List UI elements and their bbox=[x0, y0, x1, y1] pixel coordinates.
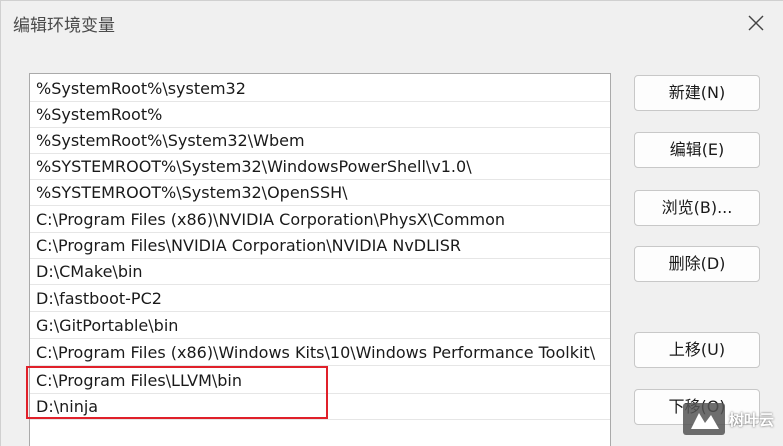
watermark-text: 树叶云 bbox=[729, 411, 775, 429]
list-item[interactable]: C:\Program Files\NVIDIA Corporation\NVID… bbox=[30, 233, 610, 259]
list-item[interactable]: %SYSTEMROOT%\System32\OpenSSH\ bbox=[30, 180, 610, 206]
list-item[interactable]: %SystemRoot%\System32\Wbem bbox=[30, 128, 610, 154]
move-up-button[interactable]: 上移(U) bbox=[634, 332, 760, 368]
list-item[interactable]: %SystemRoot% bbox=[30, 102, 610, 128]
browse-button[interactable]: 浏览(B)... bbox=[634, 190, 760, 226]
list-item[interactable]: G:\GitPortable\bin bbox=[30, 313, 610, 339]
close-button[interactable] bbox=[746, 13, 766, 33]
list-item[interactable]: C:\Program Files (x86)\Windows Kits\10\W… bbox=[30, 340, 610, 366]
new-button[interactable]: 新建(N) bbox=[634, 75, 760, 111]
list-item[interactable]: C:\Program Files (x86)\NVIDIA Corporatio… bbox=[30, 207, 610, 233]
list-item[interactable]: %SystemRoot%\system32 bbox=[30, 76, 610, 102]
edit-env-var-dialog: 编辑环境变量 %SystemRoot%\system32 %SystemRoot… bbox=[0, 0, 783, 446]
delete-button[interactable]: 删除(D) bbox=[634, 246, 760, 282]
leaf-logo-icon bbox=[683, 403, 725, 435]
watermark: 树叶云 bbox=[681, 399, 781, 439]
edit-button[interactable]: 编辑(E) bbox=[634, 132, 760, 168]
close-icon bbox=[748, 15, 764, 31]
list-item[interactable]: D:\fastboot-PC2 bbox=[30, 286, 610, 312]
dialog-title: 编辑环境变量 bbox=[13, 16, 115, 36]
list-item[interactable]: %SYSTEMROOT%\System32\WindowsPowerShell\… bbox=[30, 154, 610, 180]
highlight-annotation bbox=[26, 366, 328, 419]
list-item[interactable]: D:\CMake\bin bbox=[30, 259, 610, 285]
